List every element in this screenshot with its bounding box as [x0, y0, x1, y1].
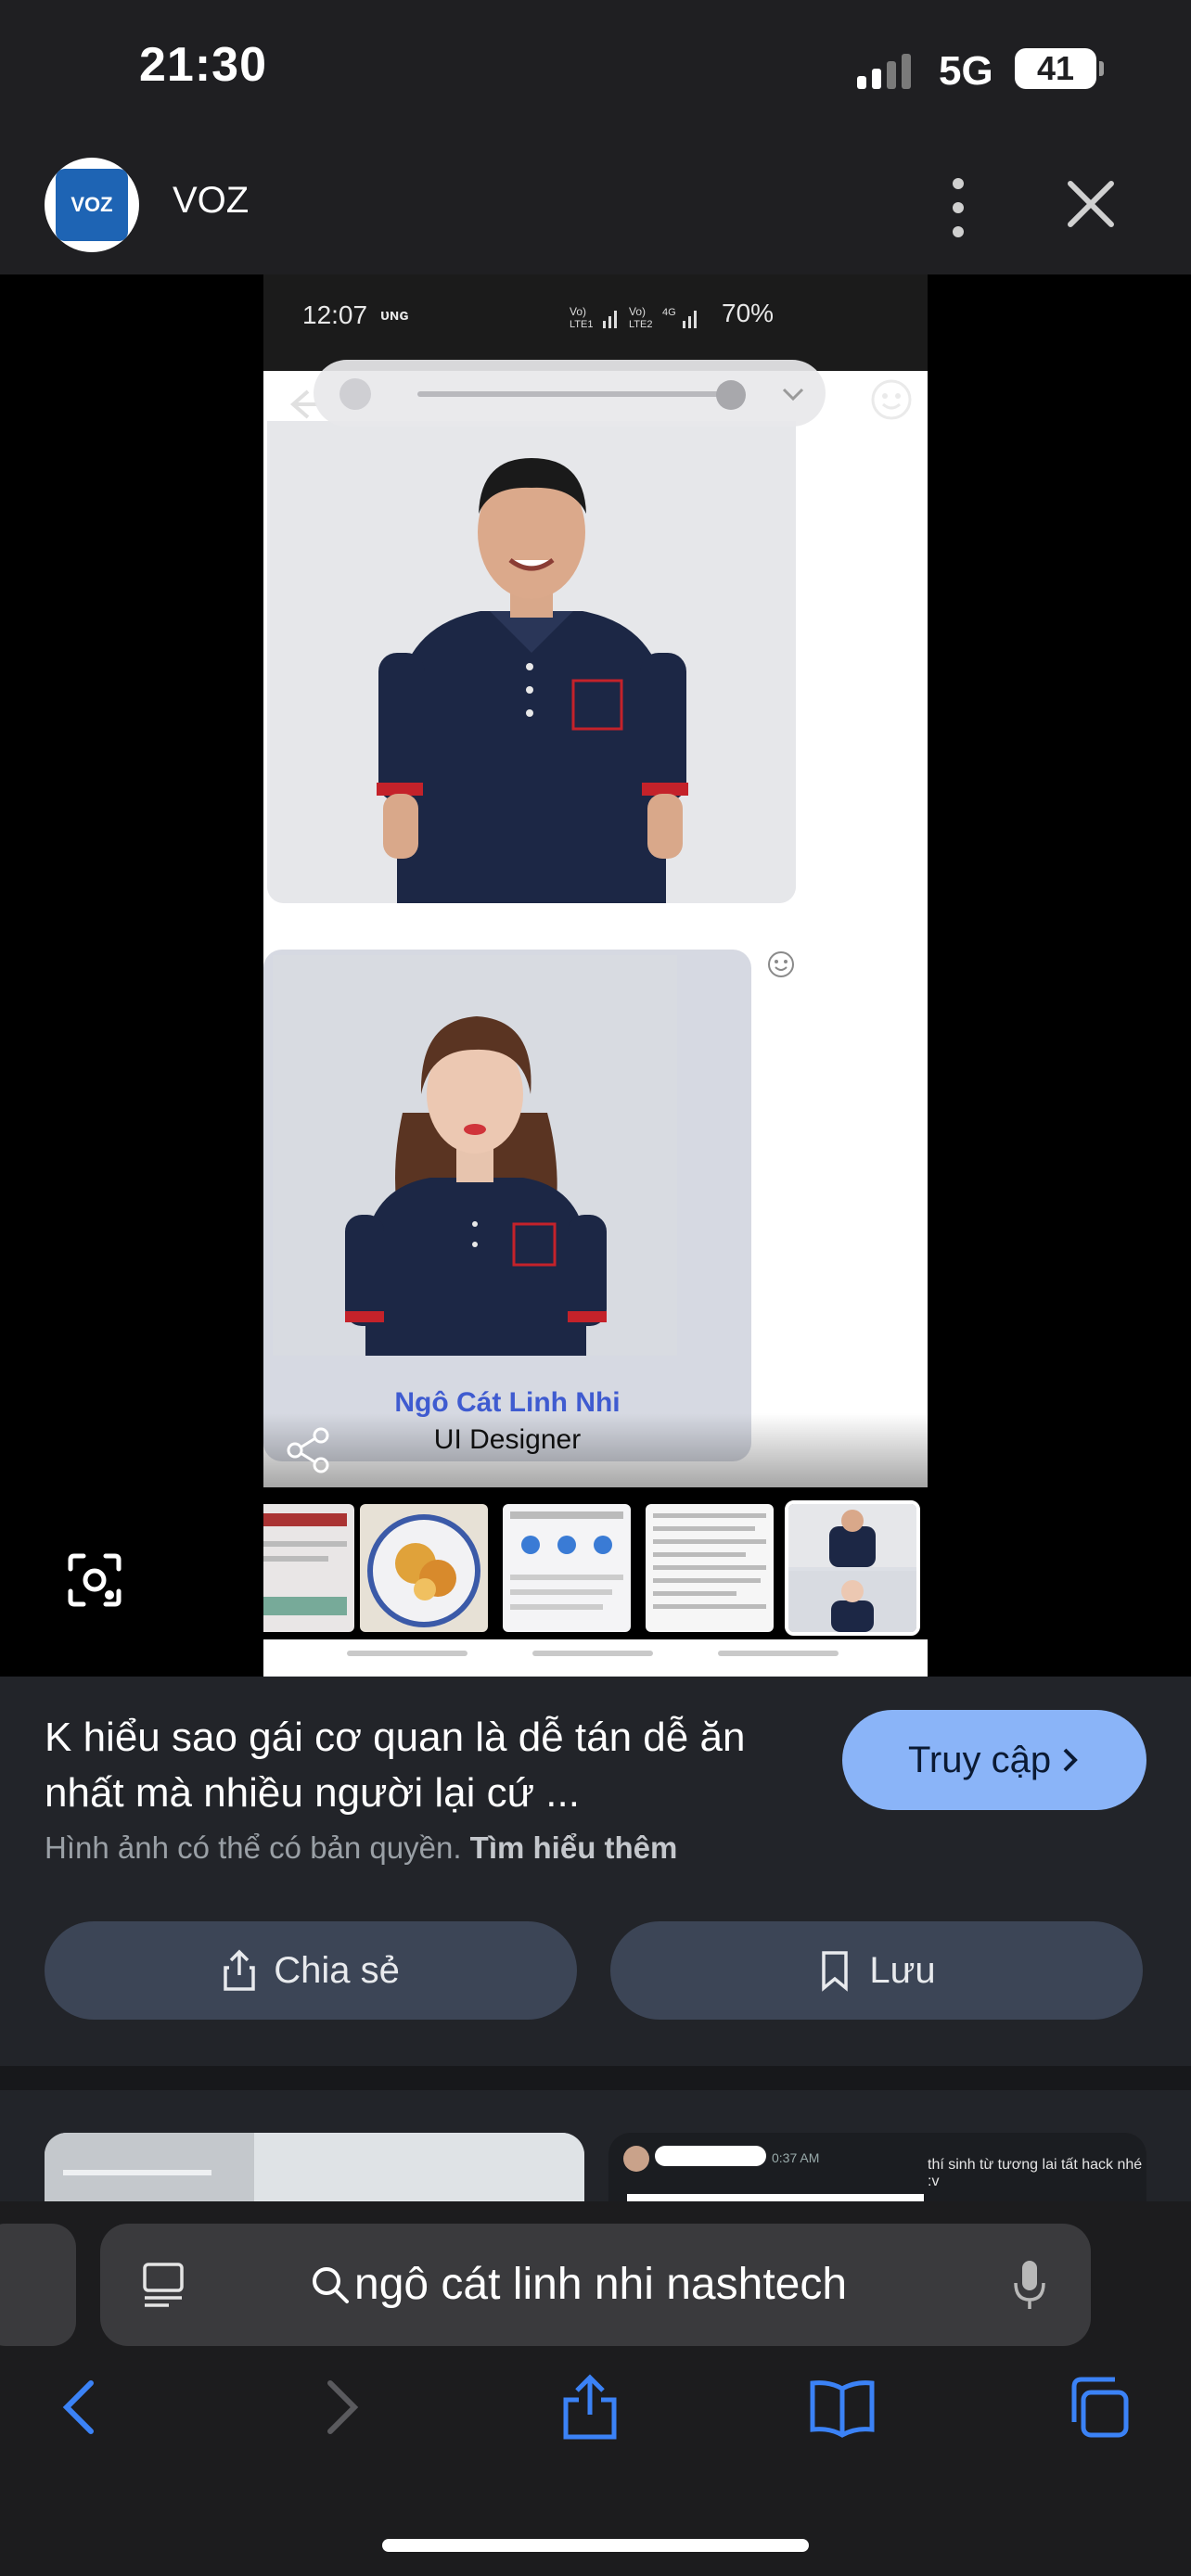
address-bar[interactable]: ngô cát linh nhi nashtech: [100, 2224, 1091, 2346]
home-indicator: [382, 2539, 809, 2552]
thumbnail[interactable]: [646, 1504, 774, 1632]
result-title[interactable]: K hiểu sao gái cơ quan là dễ tán dễ ăn n…: [45, 1710, 814, 1821]
related-image[interactable]: 0:37 AM thí sinh từ tương lai tất hack n…: [608, 2133, 1146, 2201]
battery-level: 41: [1036, 49, 1075, 87]
svg-text:4G: 4G: [662, 307, 676, 318]
audio-progress-track[interactable]: [417, 391, 733, 397]
save-label: Lưu: [869, 1949, 936, 1991]
play-icon[interactable]: [339, 378, 371, 410]
status-bar: 21:30 5G 41: [0, 0, 1191, 139]
cellular-signal-icon: [857, 54, 911, 89]
microphone-icon[interactable]: [1011, 2257, 1048, 2313]
bookmarks-icon[interactable]: [807, 2372, 877, 2442]
share-label: Chia sẻ: [274, 1949, 400, 1991]
visit-button[interactable]: Truy cập: [842, 1710, 1146, 1810]
nav-dash: [532, 1651, 653, 1656]
section-divider: [0, 2066, 1191, 2090]
share-browser-icon[interactable]: [555, 2372, 625, 2442]
result-info-panel: K hiểu sao gái cơ quan là dễ tán dễ ăn n…: [0, 1677, 1191, 2066]
site-name[interactable]: VOZ: [173, 180, 249, 222]
visit-label: Truy cập: [907, 1739, 1052, 1780]
emoji-icon[interactable]: [868, 376, 915, 423]
svg-text:Vo): Vo): [629, 305, 646, 318]
audio-player[interactable]: [314, 360, 826, 427]
phone-time: 12:07: [302, 300, 368, 329]
search-query[interactable]: ngô cát linh nhi nashtech: [354, 2259, 847, 2310]
thumbnail-selected[interactable]: [785, 1500, 920, 1636]
previous-tab[interactable]: [0, 2224, 76, 2346]
thumbnail-strip: [263, 1487, 928, 1639]
image-fade-overlay: [263, 1413, 928, 1487]
phone-status-bar: 12:07 ᴜɴɢ Vo) LTE1 Vo) LTE2 4G 70%: [263, 274, 928, 349]
related-image[interactable]: [45, 2133, 584, 2201]
phone-carrier: ᴜɴɢ: [380, 306, 409, 324]
emoji-reaction-icon[interactable]: [766, 950, 796, 979]
reader-mode-icon[interactable]: [141, 2261, 186, 2309]
copyright-notice: Hình ảnh có thể có bản quyền. Tìm hiểu t…: [45, 1830, 677, 1866]
share-icon[interactable]: [282, 1424, 334, 1476]
bookmark-icon: [822, 1951, 849, 1992]
tabs-icon[interactable]: [1063, 2372, 1133, 2442]
svg-text:Vo): Vo): [570, 305, 586, 318]
site-logo[interactable]: VOZ: [45, 158, 139, 252]
browser-toolbar: ngô cát linh nhi nashtech: [0, 2201, 1191, 2576]
related-images: 0:37 AM thí sinh từ tương lai tất hack n…: [0, 2090, 1191, 2201]
share-upload-icon: [224, 1949, 255, 1991]
more-options-icon[interactable]: [935, 171, 981, 245]
phone-battery: 70%: [722, 299, 775, 327]
photo-man: [267, 421, 796, 903]
thumbnail[interactable]: [503, 1504, 631, 1632]
svg-text:LTE2: LTE2: [629, 319, 652, 330]
chevron-right-icon: [1063, 1748, 1078, 1772]
network-type: 5G: [939, 48, 993, 94]
audio-progress-knob[interactable]: [716, 380, 746, 410]
learn-more-link[interactable]: Tìm hiểu thêm: [470, 1830, 678, 1865]
phone-nav-bar: [263, 1639, 928, 1677]
related-snippet: thí sinh từ tương lai tất hack nhé :v: [928, 2157, 1143, 2189]
copyright-text: Hình ảnh có thể có bản quyền.: [45, 1830, 462, 1865]
voz-logo-icon: VOZ: [56, 169, 128, 241]
battery-icon: 41: [1015, 48, 1104, 89]
nav-dash: [718, 1651, 839, 1656]
preview-image: 12:07 ᴜɴɢ Vo) LTE1 Vo) LTE2 4G 70% Ngô C…: [263, 274, 928, 1677]
close-icon[interactable]: [1063, 176, 1119, 232]
phone-signal-icon: Vo) LTE1 Vo) LTE2 4G: [570, 305, 697, 330]
thumbnail[interactable]: [360, 1504, 488, 1632]
share-button[interactable]: Chia sẻ: [45, 1921, 577, 2020]
forward-icon[interactable]: [304, 2372, 375, 2442]
lens-search-icon[interactable]: [65, 1550, 124, 1610]
svg-text:LTE1: LTE1: [570, 319, 593, 330]
search-icon: [313, 2267, 349, 2303]
status-time: 21:30: [139, 38, 267, 92]
chevron-down-icon[interactable]: [779, 380, 807, 408]
related-time: 0:37 AM: [772, 2150, 819, 2165]
save-button[interactable]: Lưu: [610, 1921, 1143, 2020]
thumbnail[interactable]: [263, 1504, 354, 1632]
viewer-header: VOZ VOZ: [0, 139, 1191, 274]
back-icon[interactable]: [46, 2372, 117, 2442]
photo-woman: [273, 955, 677, 1356]
nav-dash: [347, 1651, 467, 1656]
image-viewer[interactable]: 12:07 ᴜɴɢ Vo) LTE1 Vo) LTE2 4G 70% Ngô C…: [0, 274, 1191, 1677]
